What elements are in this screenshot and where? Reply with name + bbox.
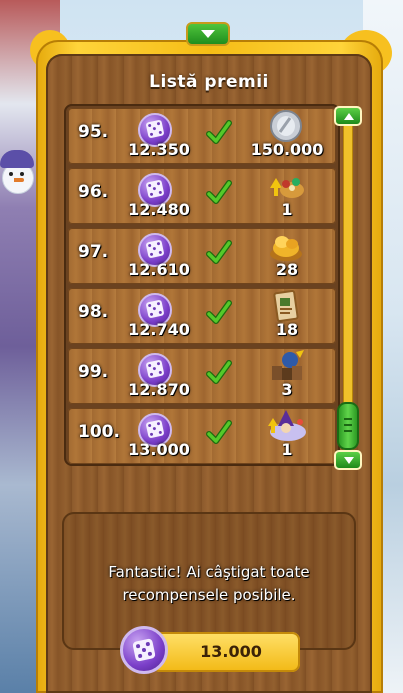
reward-cost: 12.480 (128, 200, 190, 219)
reward-rank: 95. (78, 122, 109, 142)
reward-rank: 97. (78, 242, 109, 262)
upgrade-item-icon (264, 168, 308, 204)
ticket-balance-value: 13.000 (200, 642, 262, 661)
reward-cost: 13.000 (128, 440, 190, 459)
collapse-panel-button[interactable] (186, 22, 230, 46)
reward-row: 95. 12.350 150.000 (68, 108, 336, 164)
reward-rank: 99. (78, 362, 109, 382)
reward-cost: 12.610 (128, 260, 190, 279)
reward-rank: 96. (78, 182, 109, 202)
checkmark-icon (206, 240, 232, 264)
chevron-up-icon (344, 113, 354, 120)
gold-pile-icon (264, 228, 308, 264)
checkmark-icon (206, 300, 232, 324)
panel-title: Listă premii (149, 72, 269, 92)
chevron-down-icon (201, 30, 215, 38)
reward-cost: 12.740 (128, 320, 190, 339)
reward-quantity: 28 (275, 260, 299, 279)
scrollbar-thumb[interactable] (337, 402, 359, 450)
reward-cost: 12.350 (128, 140, 190, 159)
reward-rank: 100. (78, 422, 120, 442)
scroll-card-icon (264, 288, 308, 324)
reward-quantity: 1 (281, 440, 293, 459)
ticket-coin-icon (120, 626, 172, 678)
checkmark-icon (206, 180, 232, 204)
completion-message: Fantastic! Ai câştigat toate recompensel… (66, 561, 352, 607)
reward-cost: 12.870 (128, 380, 190, 399)
chevron-down-icon (344, 457, 354, 464)
scroll-up-button[interactable] (334, 106, 362, 126)
reward-quantity: 150.000 (250, 140, 324, 159)
snowman-icon (0, 150, 34, 210)
reward-row: 99. 12.870 3 (68, 348, 336, 404)
reward-row: 98. 12.740 18 (68, 288, 336, 344)
reward-quantity: 1 (281, 200, 293, 219)
reward-quantity: 3 (281, 380, 293, 399)
message-line-1: Fantastic! Ai câştigat toate (108, 563, 310, 581)
message-line-2: recompensele posibile. (122, 586, 296, 604)
reward-rank: 98. (78, 302, 109, 322)
silver-coin-icon (264, 108, 308, 144)
reward-row: 100. 13.000 1 (68, 408, 336, 464)
checkmark-icon (206, 420, 232, 444)
scroll-down-button[interactable] (334, 450, 362, 470)
reward-row: 97. 12.610 28 (68, 228, 336, 284)
wizard-upgrade-icon (264, 408, 308, 444)
warrior-troop-icon (264, 348, 308, 384)
reward-quantity: 18 (275, 320, 299, 339)
reward-row: 96. 12.480 1 (68, 168, 336, 224)
checkmark-icon (206, 120, 232, 144)
reward-list[interactable]: 95. 12.350 150.000 96. 12.480 1 97. 12.610 28 98.… (64, 104, 340, 466)
checkmark-icon (206, 360, 232, 384)
